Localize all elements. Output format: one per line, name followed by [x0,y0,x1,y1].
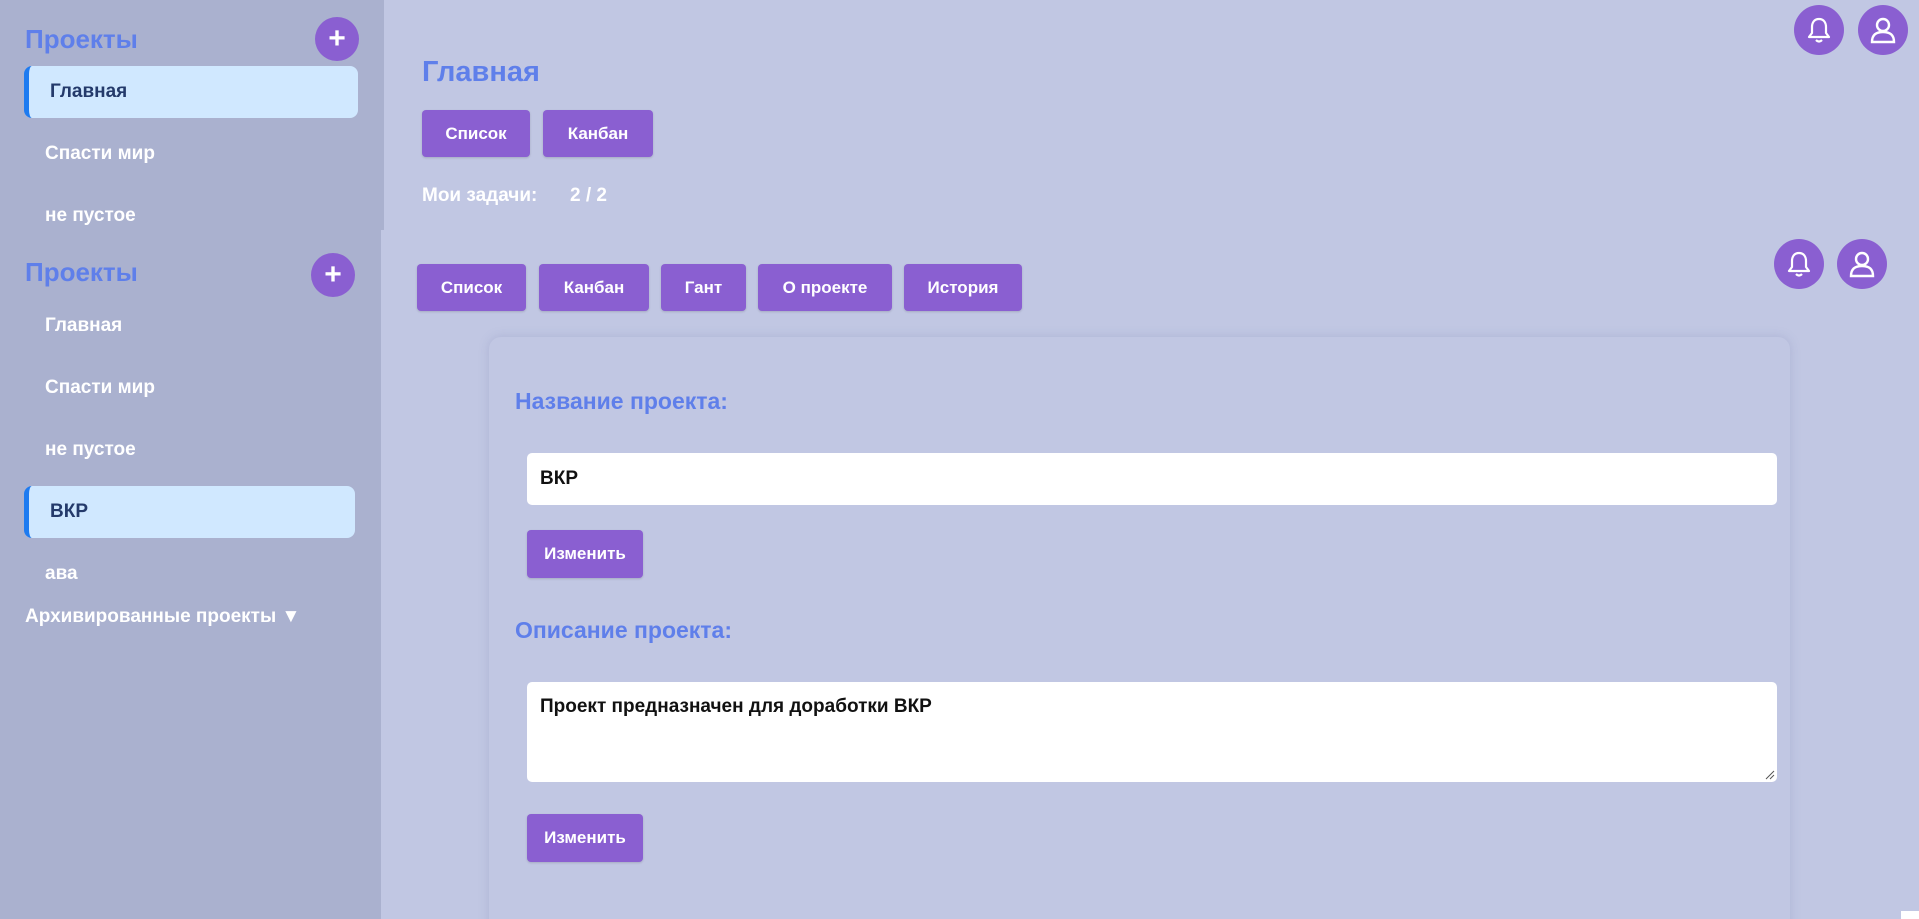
tab-kanban[interactable]: Канбан [543,110,653,157]
sidebar-item-vkr[interactable]: ВКР [24,486,355,538]
project-name-label: Название проекта: [515,388,728,414]
add-project-button[interactable]: + [311,253,355,297]
tab-about-project[interactable]: О проекте [758,264,892,311]
sidebar-bottom: Проекты + Главная Спасти мир не пустое В… [0,230,381,919]
tab-gantt[interactable]: Гант [661,264,746,311]
sidebar-top: Проекты + Главная Спасти мир не пустое [0,0,384,230]
sidebar-title: Проекты [25,24,138,54]
project-settings-card: Название проекта: ВКР Изменить Описание … [489,337,1790,919]
sidebar-item-not-empty[interactable]: не пустое [45,439,136,461]
tab-kanban[interactable]: Канбан [539,264,649,311]
sidebar-item-home[interactable]: Главная [45,315,122,337]
my-tasks-label: Мои задачи: [422,185,538,206]
sidebar-item-home[interactable]: Главная [24,66,358,118]
add-project-button[interactable]: + [315,17,359,61]
tab-list[interactable]: Список [417,264,526,311]
tab-list[interactable]: Список [422,110,530,157]
bell-icon[interactable] [1794,5,1844,55]
project-description-label: Описание проекта: [515,617,733,643]
resize-grip-icon[interactable] [1765,770,1775,780]
sidebar-title: Проекты [25,257,138,287]
sidebar-item-not-empty[interactable]: не пустое [45,205,136,227]
sidebar-item-save-world[interactable]: Спасти мир [45,143,155,165]
sidebar-item-ava[interactable]: ава [45,563,78,585]
change-description-button[interactable]: Изменить [527,814,643,862]
archived-projects-toggle[interactable]: Архивированные проекты ▼ [25,606,300,628]
sidebar-item-label: ВКР [50,501,88,522]
project-description-text: Проект предназначен для доработки ВКР [540,696,932,717]
bell-icon[interactable] [1774,239,1824,289]
change-name-button[interactable]: Изменить [527,530,643,578]
page-title: Главная [422,56,540,88]
project-description-textarea[interactable]: Проект предназначен для доработки ВКР [527,682,1777,782]
project-name-input[interactable]: ВКР [527,453,1777,505]
corner-artifact [1901,911,1919,919]
sidebar-item-save-world[interactable]: Спасти мир [45,377,155,399]
user-icon[interactable] [1858,5,1908,55]
user-icon[interactable] [1837,239,1887,289]
my-tasks-count: 2 / 2 [570,185,607,206]
tab-history[interactable]: История [904,264,1022,311]
sidebar-item-label: Главная [50,81,128,102]
